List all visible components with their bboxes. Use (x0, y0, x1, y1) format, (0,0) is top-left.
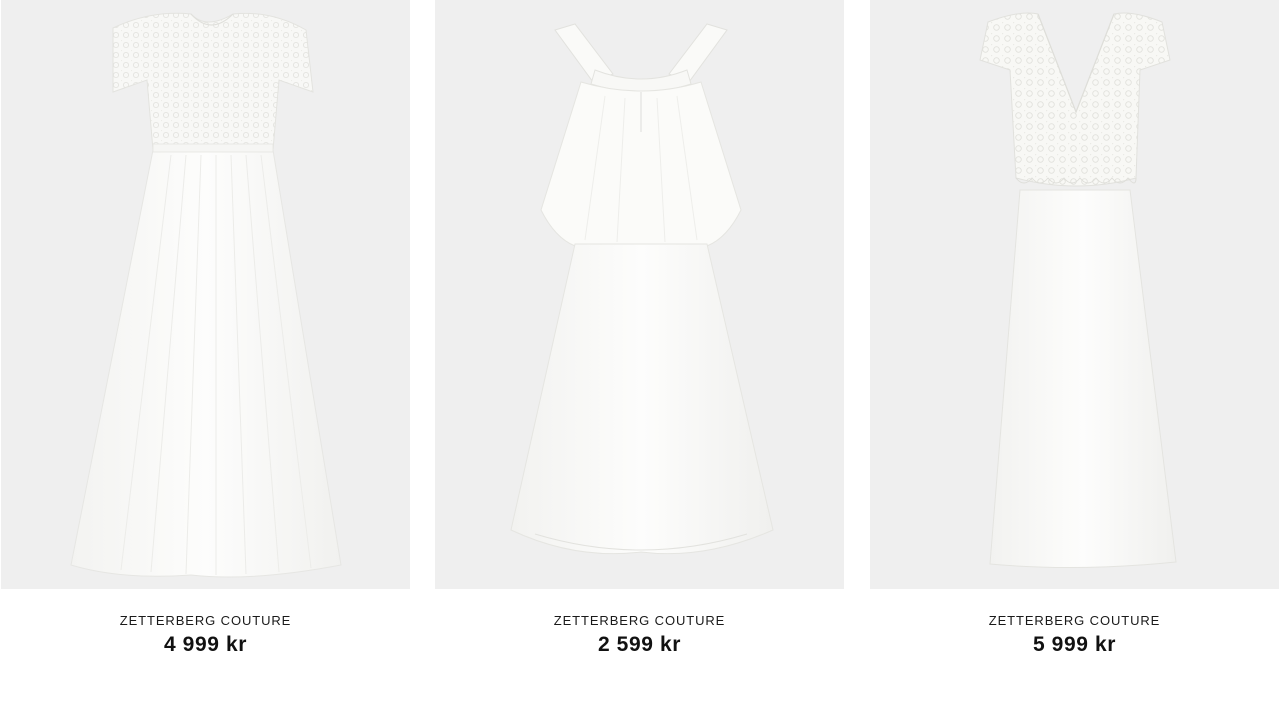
product-image[interactable] (1, 0, 410, 589)
lace-top-column-dress-image (979, 12, 1177, 569)
product-card[interactable]: ZETTERBERG COUTURE 5 999 kr (870, 0, 1280, 708)
product-price: 2 599 kr (597, 633, 682, 656)
product-card[interactable]: ZETTERBERG COUTURE 2 599 kr (435, 0, 845, 708)
product-brand[interactable]: ZETTERBERG COUTURE (870, 613, 1279, 628)
product-brand[interactable]: ZETTERBERG COUTURE (1, 613, 410, 628)
product-price: 5 999 kr (1032, 633, 1117, 656)
halter-midi-dress-image (510, 23, 774, 555)
product-grid: ZETTERBERG COUTURE 4 999 kr ZETTERBERG C… (0, 0, 1280, 708)
product-price: 4 999 kr (163, 633, 248, 656)
product-brand[interactable]: ZETTERBERG COUTURE (435, 613, 844, 628)
product-image[interactable] (870, 0, 1279, 589)
lace-maxi-dress-image (70, 12, 342, 578)
product-image[interactable] (435, 0, 844, 589)
product-card[interactable]: ZETTERBERG COUTURE 4 999 kr (1, 0, 411, 708)
